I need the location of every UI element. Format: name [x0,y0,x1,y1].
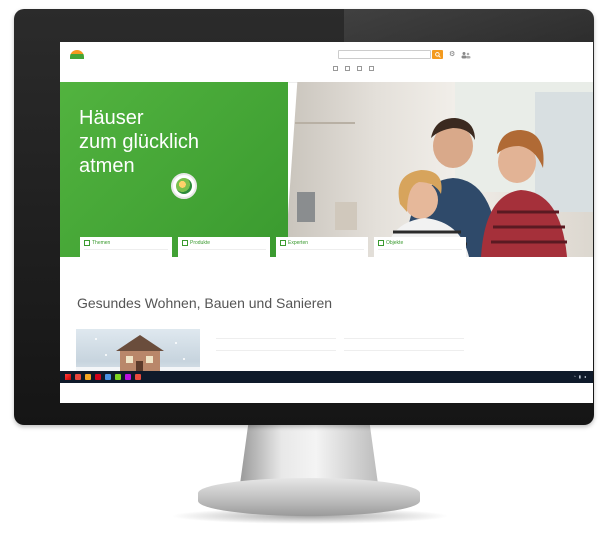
site-logo[interactable] [70,50,88,59]
quicklink-icon [333,66,338,71]
hero-family-photo [285,82,593,257]
search-input[interactable] [338,50,431,59]
hero-category-tiles: Themen Produkte Experten Objekte [80,237,466,273]
monitor-stand-neck [240,424,378,484]
start-button[interactable] [65,374,71,380]
taskbar-app-3[interactable] [95,374,101,380]
taskbar-app-5[interactable] [115,374,121,380]
tile-title-label: Experten [288,240,309,246]
taskbar-app-6[interactable] [125,374,131,380]
document-icon [84,240,90,246]
tile-title: Produkte [182,240,266,250]
grid-icon [182,240,188,246]
quicklink-3[interactable] [357,66,363,71]
article-column-1 [216,333,336,357]
volume-icon[interactable]: ◂ [584,375,586,379]
tile-title: Themen [84,240,168,250]
monitor: ⚙ Häuser zum glücklich atmen Themen Prod… [14,9,594,425]
tile-title: Objekte [378,240,462,250]
hero-banner: Häuser zum glücklich atmen Themen Produk… [60,82,593,273]
article-link[interactable] [344,345,464,351]
users-icon[interactable] [461,51,471,61]
article-column-2 [344,333,464,357]
house-icon [378,240,384,246]
article-link[interactable] [216,333,336,339]
chevron-up-icon[interactable]: ^ [574,375,576,379]
search-button[interactable] [432,50,443,59]
seal-emblem-icon [176,178,192,194]
taskbar-app-4[interactable] [105,374,111,380]
quicklink-2[interactable] [345,66,351,71]
hero-headline-line-3: atmen [79,155,135,177]
hero-headline-line-2: zum glücklich [79,131,200,153]
screen: ⚙ Häuser zum glücklich atmen Themen Prod… [60,42,593,403]
taskbar-app-1[interactable] [75,374,81,380]
logo-mark [70,50,84,59]
taskbar-app-7[interactable] [135,374,141,380]
quicklink-icon [369,66,374,71]
tile-themen[interactable]: Themen [80,237,172,273]
quicklink-4[interactable] [369,66,375,71]
site-header: ⚙ [60,42,593,83]
tile-objekte[interactable]: Objekte [374,237,466,273]
network-icon[interactable]: ▮ [579,375,581,379]
quicklink-icon [345,66,350,71]
tile-title-label: Themen [92,240,111,246]
quality-seal-badge[interactable] [171,173,197,199]
taskbar: ^ ▮ ◂ [60,371,593,383]
section-title: Gesundes Wohnen, Bauen und Sanieren [77,295,333,311]
hero-headline-line-1: Häuser [79,107,144,129]
monitor-stand-base [198,478,420,516]
settings-icon[interactable]: ⚙ [449,51,455,58]
hero-headline: Häuser zum glücklich atmen [79,106,269,178]
quicklink-1[interactable] [333,66,339,71]
system-tray: ^ ▮ ◂ [574,375,589,379]
tile-produkte[interactable]: Produkte [178,237,270,273]
tile-experten[interactable]: Experten [276,237,368,273]
article-link[interactable] [216,345,336,351]
quicklinks [333,66,375,71]
search-icon [434,51,441,58]
people-icon [280,240,286,246]
taskbar-app-2[interactable] [85,374,91,380]
tile-title-label: Objekte [386,240,404,246]
article-link[interactable] [344,333,464,339]
family-illustration [295,82,593,257]
tile-title: Experten [280,240,364,250]
quicklink-icon [357,66,362,71]
tile-title-label: Produkte [190,240,211,246]
